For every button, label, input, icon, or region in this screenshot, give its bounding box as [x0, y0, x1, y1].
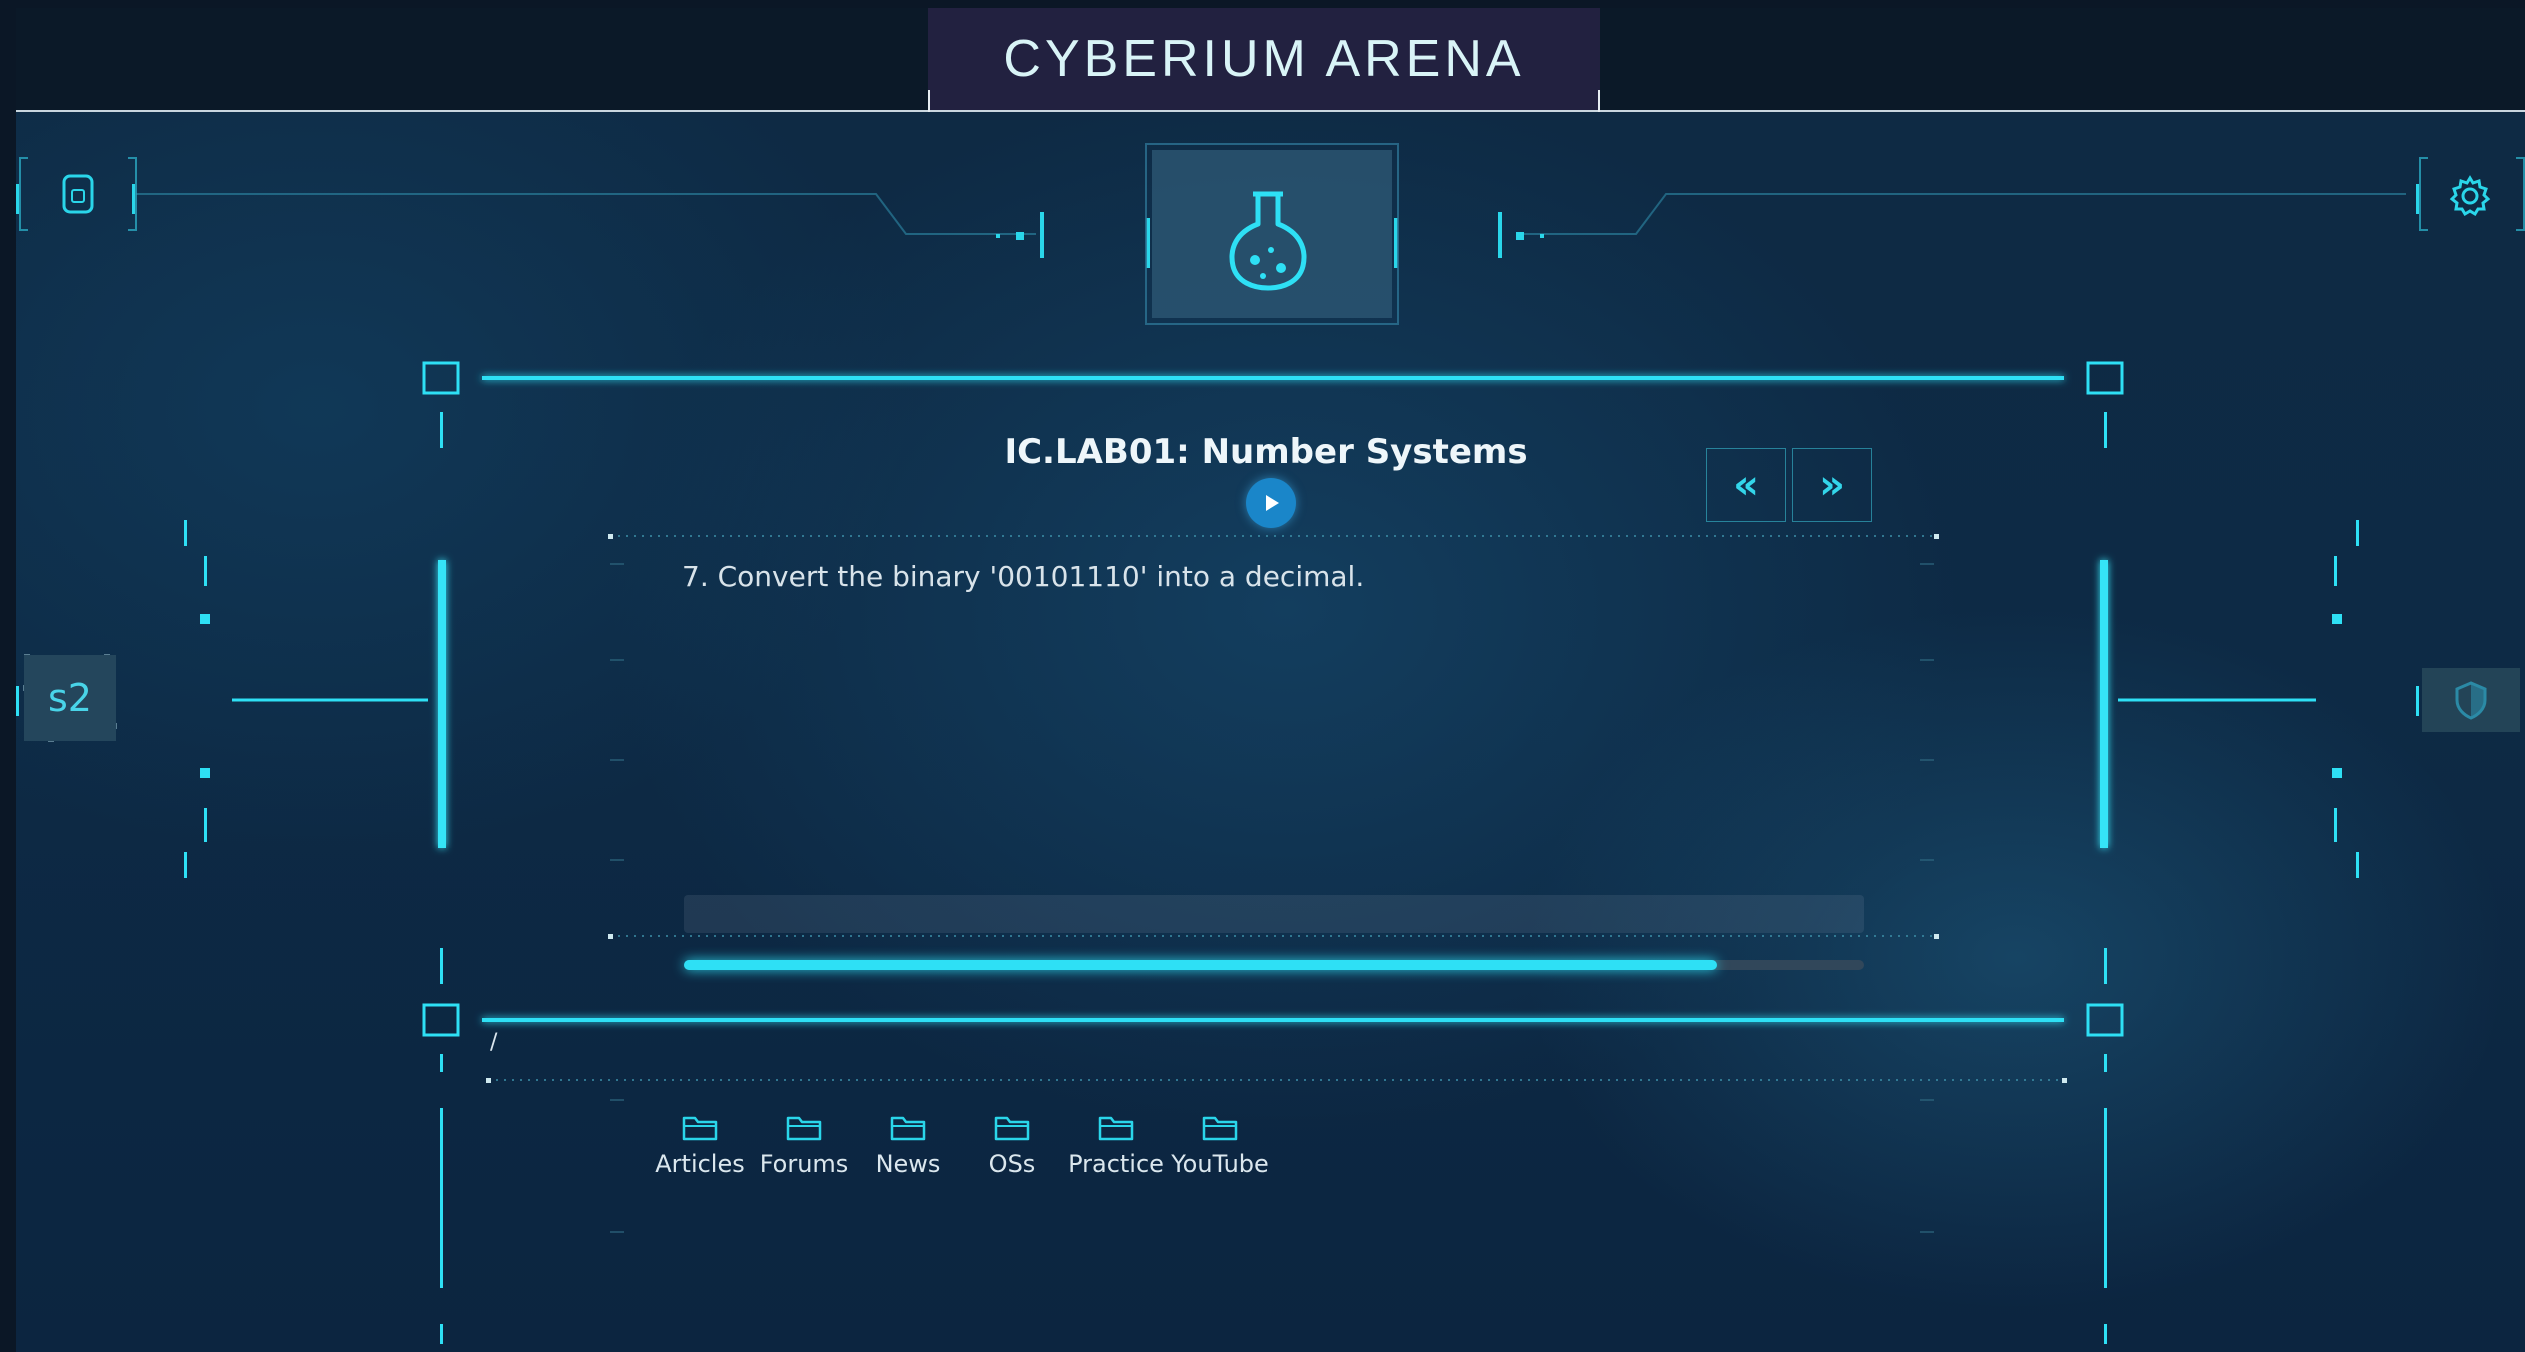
folder-icon — [890, 1116, 926, 1141]
document-icon[interactable] — [56, 168, 100, 220]
lab-title: IC.LAB01: Number Systems — [1004, 432, 1528, 472]
folder-label: Articles — [655, 1150, 745, 1178]
folder-label: OSs — [988, 1150, 1036, 1178]
folder-item[interactable]: Articles — [650, 1112, 750, 1178]
section-label: s2 — [48, 676, 92, 720]
shield-tab[interactable] — [2422, 668, 2520, 732]
file-path: / — [490, 1030, 498, 1055]
folder-label: Forums — [759, 1150, 849, 1178]
top-bar: CYBERIUM ARENA — [16, 8, 2525, 112]
next-button[interactable]: » — [1792, 448, 1872, 522]
folder-label: YouTube — [1171, 1150, 1269, 1178]
title-bracket-right — [1598, 90, 1600, 112]
folder-item[interactable]: OSs — [962, 1112, 1062, 1178]
folder-item[interactable]: Forums — [754, 1112, 854, 1178]
shield-icon — [2455, 681, 2487, 720]
app-title-box: CYBERIUM ARENA — [928, 8, 1600, 110]
folder-icon — [994, 1116, 1030, 1141]
folder-icon — [1098, 1116, 1134, 1141]
folder-item[interactable]: YouTube — [1170, 1112, 1270, 1178]
folder-label: Practice — [1068, 1150, 1164, 1178]
play-icon — [1266, 495, 1279, 511]
play-button[interactable] — [1246, 478, 1296, 528]
folder-label: News — [875, 1150, 941, 1178]
folder-icon — [682, 1116, 718, 1141]
section-tab[interactable]: s2 — [24, 655, 116, 741]
app-title: CYBERIUM ARENA — [1003, 30, 1525, 88]
question-text: 7. Convert the binary '00101110' into a … — [682, 560, 1365, 593]
folder-item[interactable]: Practice — [1066, 1112, 1166, 1178]
flask-icon — [1216, 182, 1320, 298]
folder-icon — [786, 1116, 822, 1141]
folder-icon — [1202, 1116, 1238, 1141]
progress-bar — [684, 960, 1864, 970]
answer-input[interactable] — [684, 895, 1864, 933]
previous-button[interactable]: « — [1706, 448, 1786, 522]
gear-icon[interactable] — [2442, 168, 2498, 224]
progress-fill — [684, 960, 1717, 970]
title-bracket-left — [928, 90, 930, 112]
folder-item[interactable]: News — [858, 1112, 958, 1178]
arena-stage: CYBERIUM ARENA IC.LAB01: Number Systems … — [16, 8, 2525, 1352]
